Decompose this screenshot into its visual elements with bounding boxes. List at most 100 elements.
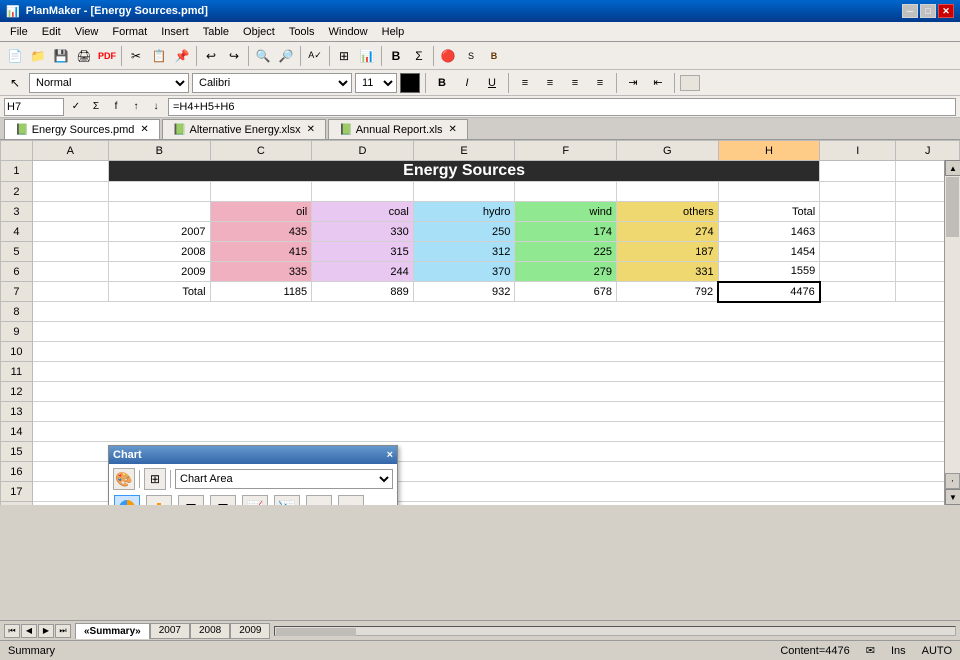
tab-close-energy[interactable]: ✕ (140, 124, 148, 135)
chart-type-area[interactable]: 📉 (274, 495, 300, 505)
cell-E5[interactable]: 312 (413, 242, 515, 262)
cell-A4[interactable] (32, 222, 108, 242)
cell-E3[interactable]: hydro (413, 202, 515, 222)
bold-button[interactable]: B (431, 73, 453, 93)
sheet-tab-summary[interactable]: «Summary» (75, 623, 150, 639)
cell-C4[interactable]: 435 (210, 222, 312, 242)
pointer-tool[interactable]: ↖ (4, 72, 26, 94)
sort-desc-icon[interactable]: ↓ (147, 98, 165, 116)
sheet-tab-2007[interactable]: 2007 (150, 623, 190, 639)
open-button[interactable]: 📁 (27, 45, 49, 67)
cell-B4[interactable]: 2007 (108, 222, 210, 242)
cell-I3[interactable] (820, 202, 896, 222)
cell-I7[interactable] (820, 282, 896, 302)
tab-annual-report[interactable]: 📗 Annual Report.xls ✕ (328, 119, 468, 139)
cell-E2[interactable] (413, 182, 515, 202)
scroll-up-button[interactable]: ▲ (945, 160, 960, 176)
cell-F4[interactable]: 174 (515, 222, 617, 242)
cell-C3[interactable]: oil (210, 202, 312, 222)
cell-D4[interactable]: 330 (312, 222, 414, 242)
cell-C2[interactable] (210, 182, 312, 202)
cell-C7[interactable]: 1185 (210, 282, 312, 302)
cell-A3[interactable] (32, 202, 108, 222)
maximize-button[interactable]: □ (920, 4, 936, 18)
cell-E4[interactable]: 250 (413, 222, 515, 242)
cell-G3[interactable]: others (617, 202, 719, 222)
menu-insert[interactable]: Insert (155, 23, 195, 41)
sheet-nav-last[interactable]: ⏭ (55, 624, 71, 638)
style-select[interactable]: Normal (29, 73, 189, 93)
menu-object[interactable]: Object (237, 23, 281, 41)
font-select[interactable]: Calibri (192, 73, 352, 93)
save-button[interactable]: 💾 (50, 45, 72, 67)
sort-asc-icon[interactable]: ↑ (127, 98, 145, 116)
col-header-B[interactable]: B (108, 141, 210, 161)
underline-button[interactable]: U (481, 73, 503, 93)
pdf-button[interactable]: PDF (96, 45, 118, 67)
border-color[interactable] (680, 75, 700, 91)
chart-type-bar[interactable] (146, 495, 172, 505)
cell-A7[interactable] (32, 282, 108, 302)
chart-panel-close-button[interactable]: × (387, 449, 393, 461)
cell-D5[interactable]: 315 (312, 242, 414, 262)
vertical-scrollbar[interactable]: ▲ · ▼ (944, 160, 960, 505)
col-header-A[interactable]: A (32, 141, 108, 161)
check-formula-icon[interactable]: ✓ (67, 98, 85, 116)
menu-edit[interactable]: Edit (36, 23, 67, 41)
align-left-button[interactable]: ≡ (514, 73, 536, 93)
chart-type-pie[interactable] (114, 495, 140, 505)
cell-C5[interactable]: 415 (210, 242, 312, 262)
chart-type-line[interactable]: 📈 (242, 495, 268, 505)
col-header-J[interactable]: J (896, 141, 960, 161)
cell-I2[interactable] (820, 182, 896, 202)
cell-A5[interactable] (32, 242, 108, 262)
col-header-E[interactable]: E (413, 141, 515, 161)
indent-button[interactable]: ⇥ (622, 73, 644, 93)
extra-btn3[interactable]: B (483, 45, 505, 67)
new-button[interactable]: 📄 (4, 45, 26, 67)
tab-energy-sources[interactable]: 📗 Energy Sources.pmd ✕ (4, 119, 160, 139)
cell-reference[interactable]: H7 (4, 98, 64, 116)
chart-layout-icon[interactable]: ⊞ (144, 468, 166, 490)
tab-alternative-energy[interactable]: 📗 Alternative Energy.xlsx ✕ (162, 119, 326, 139)
menu-help[interactable]: Help (376, 23, 411, 41)
cell-B5[interactable]: 2008 (108, 242, 210, 262)
cell-B6[interactable]: 2009 (108, 262, 210, 282)
cell-G6[interactable]: 331 (617, 262, 719, 282)
zoom-button[interactable]: 🔎 (275, 45, 297, 67)
h-scroll-thumb[interactable] (276, 628, 356, 636)
cell-H6[interactable]: 1559 (718, 262, 820, 282)
italic-button[interactable]: I (456, 73, 478, 93)
chart-type-table[interactable]: ⊞ (178, 495, 204, 505)
sum-button[interactable]: Σ (408, 45, 430, 67)
cell-I6[interactable] (820, 262, 896, 282)
redo-button[interactable]: ↪ (223, 45, 245, 67)
cut-button[interactable]: ✂ (125, 45, 147, 67)
cell-D3[interactable]: coal (312, 202, 414, 222)
chart-panel-titlebar[interactable]: Chart × (109, 446, 397, 464)
menu-window[interactable]: Window (323, 23, 374, 41)
cell-G7[interactable]: 792 (617, 282, 719, 302)
col-header-H[interactable]: H (718, 141, 820, 161)
scroll-thumb-v[interactable] (946, 177, 959, 237)
chart-type-scatter[interactable]: ⋯ (306, 495, 332, 505)
cell-H4[interactable]: 1463 (718, 222, 820, 242)
cell-F5[interactable]: 225 (515, 242, 617, 262)
col-header-D[interactable]: D (312, 141, 414, 161)
scroll-down-button[interactable]: ▼ (945, 489, 960, 505)
cell-D7[interactable]: 889 (312, 282, 414, 302)
undo-button[interactable]: ↩ (200, 45, 222, 67)
formula-input[interactable]: =H4+H5+H6 (168, 98, 956, 116)
menu-format[interactable]: Format (106, 23, 153, 41)
cell-I1[interactable] (820, 161, 896, 182)
col-header-F[interactable]: F (515, 141, 617, 161)
paste-button[interactable]: 📌 (171, 45, 193, 67)
font-color-button[interactable] (400, 73, 420, 93)
table-button[interactable]: ⊞ (333, 45, 355, 67)
horizontal-scrollbar[interactable] (274, 626, 956, 636)
chart-color-icon[interactable]: 🎨 (113, 468, 135, 490)
find-button[interactable]: 🔍 (252, 45, 274, 67)
chart-type-other[interactable]: ∿ (338, 495, 364, 505)
cell-F7[interactable]: 678 (515, 282, 617, 302)
sheet-tab-2008[interactable]: 2008 (190, 623, 230, 639)
